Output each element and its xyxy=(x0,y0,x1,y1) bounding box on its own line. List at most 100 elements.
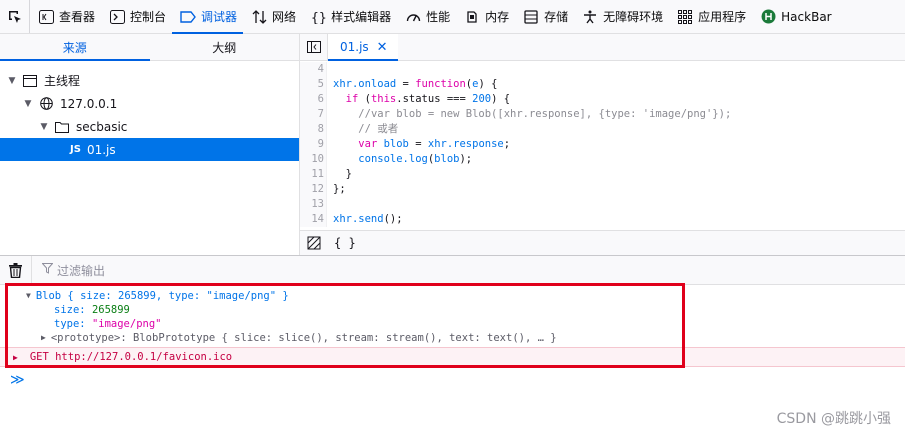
tab-memory[interactable]: 内存 xyxy=(456,0,515,33)
tree-label: 01.js xyxy=(86,142,116,157)
trash-icon xyxy=(9,262,22,278)
accessibility-icon xyxy=(582,9,598,25)
element-picker-icon xyxy=(8,10,21,23)
filter-output-input[interactable]: 过滤输出 xyxy=(41,262,106,279)
console-toolbar: 过滤输出 xyxy=(0,255,905,285)
tree-item-folder[interactable]: ▼ secbasic xyxy=(0,115,299,138)
debugger-icon xyxy=(180,9,196,25)
console-prompt-icon: ≫ xyxy=(10,372,25,388)
line-number[interactable]: 13 xyxy=(300,197,327,212)
js-file-icon: JS xyxy=(70,144,81,155)
tab-label: 无障碍环境 xyxy=(603,10,664,24)
svg-text:{}: {} xyxy=(311,11,326,24)
blackbox-button[interactable] xyxy=(300,236,328,250)
editor-footer: { } xyxy=(300,230,905,255)
expand-arrow-icon[interactable]: ▼ xyxy=(38,122,50,132)
line-number[interactable]: 9 xyxy=(300,137,327,152)
code-line[interactable]: 12}; xyxy=(300,182,905,197)
tab-style-editor[interactable]: {} 样式编辑器 xyxy=(302,0,397,33)
console-input[interactable]: ≫ xyxy=(0,369,905,391)
line-number[interactable]: 6 xyxy=(300,92,327,107)
line-number[interactable]: 10 xyxy=(300,152,327,167)
sources-tabs: 来源 大纲 xyxy=(0,34,299,61)
tab-outline[interactable]: 大纲 xyxy=(150,34,300,60)
window-icon xyxy=(22,73,38,89)
tab-label: 调试器 xyxy=(201,10,238,24)
code-text: //var blob = new Blob([xhr.response], {t… xyxy=(358,108,732,120)
tab-performance[interactable]: 性能 xyxy=(397,0,456,33)
source-editor: 01.js ✕ 4 5 xhr.onload = function(e) { 6 if… xyxy=(300,34,905,255)
blackbox-icon xyxy=(307,236,321,250)
code-line[interactable]: 5 xhr.onload = function(e) { xyxy=(300,77,905,92)
filter-placeholder: 过滤输出 xyxy=(57,263,106,278)
network-icon xyxy=(251,9,267,25)
watermark: CSDN @跳跳小强 xyxy=(776,411,891,427)
code-line[interactable]: 11 } xyxy=(300,167,905,182)
line-number[interactable]: 14 xyxy=(300,212,327,227)
close-icon[interactable]: ✕ xyxy=(377,40,388,55)
code-line[interactable]: 9 var blob = xhr.response; xyxy=(300,137,905,152)
tree-label: 主线程 xyxy=(44,74,81,88)
tab-label: 内存 xyxy=(485,10,510,24)
performance-icon xyxy=(405,9,421,25)
code-text: console.log(blob); xyxy=(358,153,473,165)
tab-storage[interactable]: 存储 xyxy=(515,0,574,33)
tab-console[interactable]: 控制台 xyxy=(101,0,172,33)
folder-icon xyxy=(54,119,70,135)
tab-accessibility[interactable]: 无障碍环境 xyxy=(574,0,669,33)
clear-console-button[interactable] xyxy=(0,256,32,284)
code-line[interactable]: 14 xhr.send(); xyxy=(300,212,905,227)
console-icon xyxy=(109,9,125,25)
style-editor-icon: {} xyxy=(310,9,326,25)
code-text: xhr.onload = function(e) { xyxy=(333,78,498,90)
code-text: xhr.send(); xyxy=(333,213,403,225)
sources-panel: 来源 大纲 ▼ 主线程 ▼ 127.0.0.1 ▼ secbasic JS 01… xyxy=(0,34,300,255)
code-text: // 或者 xyxy=(358,123,399,135)
tree-label: 127.0.0.1 xyxy=(60,96,118,111)
tab-label: 应用程序 xyxy=(698,10,747,24)
tab-debugger[interactable]: 调试器 xyxy=(172,0,244,34)
tab-inspector[interactable]: 查看器 xyxy=(30,0,101,33)
tab-label: 性能 xyxy=(426,10,451,24)
pretty-print-button[interactable]: { } xyxy=(334,236,356,250)
code-line[interactable]: 4 xyxy=(300,62,905,77)
code-view[interactable]: 4 5 xhr.onload = function(e) { 6 if (this.s… xyxy=(300,62,905,230)
code-line[interactable]: 8 // 或者 xyxy=(300,122,905,137)
toggle-sidebar-button[interactable] xyxy=(300,34,328,60)
code-text: var blob = xhr.response; xyxy=(358,138,511,150)
source-tree: ▼ 主线程 ▼ 127.0.0.1 ▼ secbasic JS 01.js xyxy=(0,61,299,161)
code-line[interactable]: 6 if (this.status === 200) { xyxy=(300,92,905,107)
code-line[interactable]: 13 xyxy=(300,197,905,212)
tab-sources[interactable]: 来源 xyxy=(0,34,150,61)
sidebar-toggle-icon xyxy=(306,41,321,53)
tree-item-main-thread[interactable]: ▼ 主线程 xyxy=(0,69,299,92)
tab-network[interactable]: 网络 xyxy=(243,0,302,33)
element-picker-button[interactable] xyxy=(0,0,30,33)
expand-arrow-icon[interactable]: ▼ xyxy=(6,76,18,86)
inspector-icon xyxy=(38,9,54,25)
memory-icon xyxy=(464,9,480,25)
code-line[interactable]: 10 console.log(blob); xyxy=(300,152,905,167)
tree-item-host[interactable]: ▼ 127.0.0.1 xyxy=(0,92,299,115)
code-line[interactable]: 7 //var blob = new Blob([xhr.response], … xyxy=(300,107,905,122)
highlight-annotation-box xyxy=(5,283,685,368)
editor-tab-label: 01.js xyxy=(340,40,369,54)
tab-label: 查看器 xyxy=(59,10,96,24)
line-number[interactable]: 5 xyxy=(300,77,327,92)
tab-application[interactable]: 应用程序 xyxy=(669,0,752,33)
line-number[interactable]: 7 xyxy=(300,107,327,122)
editor-tab-file[interactable]: 01.js ✕ xyxy=(328,34,398,61)
tab-hackbar[interactable]: HackBar xyxy=(752,0,837,33)
tree-item-file[interactable]: JS 01.js xyxy=(0,138,299,161)
line-number[interactable]: 4 xyxy=(300,62,327,77)
tree-label: secbasic xyxy=(76,119,128,134)
code-text: }; xyxy=(333,183,346,195)
application-icon xyxy=(677,9,693,25)
line-number[interactable]: 8 xyxy=(300,122,327,137)
line-number[interactable]: 11 xyxy=(300,167,327,182)
tab-label: HackBar xyxy=(781,9,832,24)
line-number[interactable]: 12 xyxy=(300,182,327,197)
editor-tabs: 01.js ✕ xyxy=(300,34,905,61)
expand-arrow-icon[interactable]: ▼ xyxy=(22,99,34,109)
tab-label: 存储 xyxy=(544,10,569,24)
